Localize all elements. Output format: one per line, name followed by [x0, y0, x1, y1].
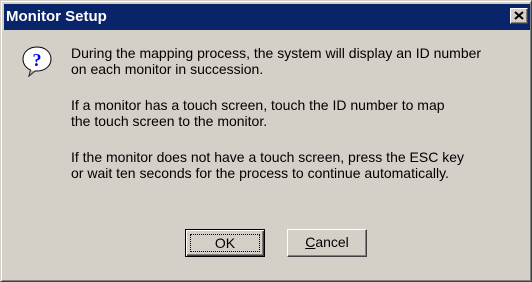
ok-button-label: OK: [190, 234, 260, 252]
ok-button[interactable]: OK: [185, 229, 265, 257]
svg-text:?: ?: [33, 50, 42, 70]
cancel-accelerator: C: [305, 234, 316, 250]
dialog-title: Monitor Setup: [6, 8, 107, 25]
message-text: During the mapping process, the system w…: [71, 45, 521, 201]
close-icon: [514, 11, 524, 20]
message-paragraph: If a monitor has a touch screen, touch t…: [71, 97, 445, 129]
cancel-button-label: ancel: [315, 234, 349, 250]
monitor-setup-dialog: Monitor Setup ? During the mapping proce…: [0, 0, 532, 282]
close-button[interactable]: [510, 8, 528, 24]
title-bar[interactable]: Monitor Setup: [4, 4, 530, 30]
message-paragraph: If the monitor does not have a touch scr…: [71, 149, 464, 181]
message-paragraph: During the mapping process, the system w…: [71, 45, 482, 77]
cancel-button[interactable]: Cancel: [287, 229, 367, 257]
question-icon: ?: [22, 46, 52, 77]
